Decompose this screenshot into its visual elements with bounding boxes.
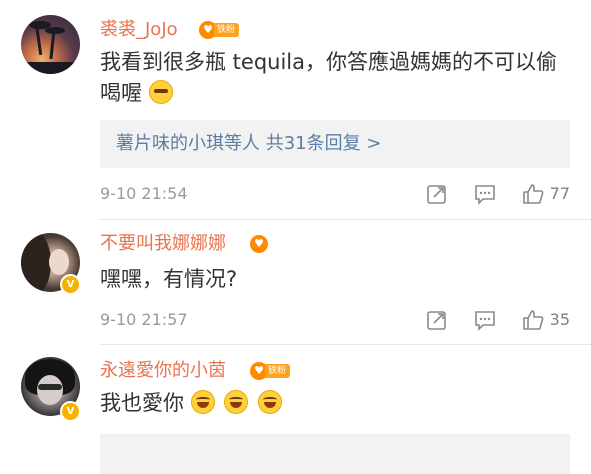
- comment-text: 嘿嘿，有情况?: [100, 267, 238, 291]
- laughing-crying-emoji-icon: [258, 390, 283, 414]
- thumbs-up-icon[interactable]: [522, 183, 544, 205]
- replies-link-partial[interactable]: [100, 434, 570, 474]
- like-count: 35: [549, 310, 570, 329]
- comment-icon[interactable]: [474, 183, 496, 205]
- username[interactable]: 裘裘_JoJo: [100, 19, 178, 41]
- comment-actions: 77: [400, 182, 570, 206]
- comment-text-line-2: 喝喔: [100, 81, 142, 105]
- cool-emoji-icon: [148, 80, 173, 104]
- verified-badge: V: [60, 274, 81, 295]
- comment-item: V 不要叫我娜娜娜 ♥ 嘿嘿，有情况? 9-10 21:57 35: [0, 220, 591, 344]
- thumbs-up-icon[interactable]: [522, 309, 544, 331]
- comment-actions: 35: [400, 308, 570, 332]
- laughing-crying-emoji-icon: [190, 390, 215, 414]
- comment-text: 我也愛你: [100, 388, 570, 419]
- fan-badge: ♥ 铁粉: [250, 361, 291, 381]
- comment-text-line-1: 我看到很多瓶 tequila，你答應過媽媽的不可以偷: [100, 50, 558, 74]
- comment-text-body: 我也愛你: [100, 391, 184, 415]
- timestamp: 9-10 21:54: [100, 184, 188, 203]
- share-icon[interactable]: [426, 309, 448, 331]
- username[interactable]: 不要叫我娜娜娜: [100, 233, 226, 255]
- fan-badge-label: 铁粉: [265, 364, 291, 378]
- comment-text: 我看到很多瓶 tequila，你答應過媽媽的不可以偷 喝喔: [100, 47, 570, 109]
- username[interactable]: 永遠愛你的小茵: [100, 360, 226, 382]
- replies-link[interactable]: 薯片味的小琪等人 共31条回复 >: [100, 120, 570, 168]
- comment-item: V 永遠愛你的小茵 ♥ 铁粉 我也愛你: [0, 345, 591, 446]
- face-decoration: [49, 249, 69, 275]
- laughing-crying-emoji-icon: [224, 390, 249, 414]
- timestamp: 9-10 21:57: [100, 310, 188, 329]
- fan-badge: ♥ 铁粉: [199, 20, 240, 40]
- verified-badge: V: [60, 401, 81, 422]
- silhouette-decoration: [21, 62, 80, 74]
- avatar[interactable]: [21, 15, 80, 74]
- like-count: 77: [549, 184, 570, 203]
- hair-decoration: [21, 233, 51, 292]
- fan-badge-label: 铁粉: [214, 23, 240, 37]
- comment-meta: 9-10 21:57 35: [100, 308, 570, 332]
- face-decoration: [37, 375, 63, 405]
- heart-icon: ♥: [250, 235, 268, 253]
- glasses-decoration: [38, 384, 62, 390]
- comment-icon[interactable]: [474, 309, 496, 331]
- comment-item: 裘裘_JoJo ♥ 铁粉 我看到很多瓶 tequila，你答應過媽媽的不可以偷 …: [0, 0, 591, 219]
- comment-meta: 9-10 21:54 77: [100, 182, 570, 206]
- share-icon[interactable]: [426, 183, 448, 205]
- fan-badge: ♥: [250, 234, 268, 254]
